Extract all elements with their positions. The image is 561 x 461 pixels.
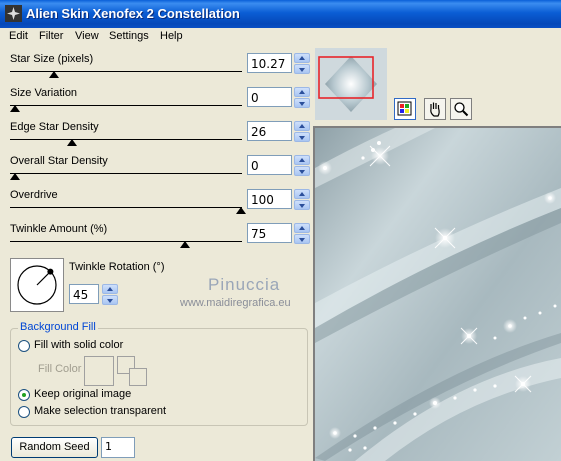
menu-filter[interactable]: Filter: [39, 30, 63, 42]
twinkle-amount-input[interactable]: 75: [247, 223, 292, 243]
controls-panel: Star Size (pixels) 10.27 Size Variation …: [0, 46, 313, 461]
star-size-up-button[interactable]: [294, 53, 310, 63]
magnifier-zoom-icon: [454, 102, 469, 117]
twinkle-amount-label: Twinkle Amount (%): [10, 223, 108, 235]
navigator-thumbnail-image: [315, 48, 387, 120]
hand-pan-icon: [430, 102, 440, 117]
overdrive-input[interactable]: 100: [247, 189, 292, 209]
color-picker-tool[interactable]: [394, 98, 416, 120]
size-variation-label: Size Variation: [10, 87, 78, 99]
navigator-thumbnail[interactable]: [315, 48, 387, 120]
menu-bar: Edit Filter View Settings Help: [0, 28, 561, 46]
twinkle-amount-up-button[interactable]: [294, 223, 310, 233]
make-selection-transparent-label[interactable]: Make selection transparent: [34, 405, 166, 417]
app-icon: [5, 5, 22, 22]
star-size-slider-thumb[interactable]: [49, 71, 59, 78]
rotation-dial-icon: [17, 265, 57, 305]
star-size-down-button[interactable]: [294, 64, 310, 74]
overall-star-density-label: Overall Star Density: [10, 155, 108, 167]
edge-star-density-input[interactable]: 26: [247, 121, 292, 141]
size-variation-input[interactable]: 0: [247, 87, 292, 107]
twinkle-rotation-down-button[interactable]: [102, 295, 118, 305]
color-picker-icon: [397, 101, 412, 116]
zoom-tool[interactable]: [450, 98, 472, 120]
overall-star-density-input[interactable]: 0: [247, 155, 292, 175]
overdrive-up-button[interactable]: [294, 189, 310, 199]
edge-star-density-up-button[interactable]: [294, 121, 310, 131]
edge-star-density-down-button[interactable]: [294, 132, 310, 142]
random-seed-input[interactable]: 1: [101, 437, 135, 458]
overdrive-slider-thumb[interactable]: [236, 207, 246, 214]
overall-star-density-up-button[interactable]: [294, 155, 310, 165]
size-variation-up-button[interactable]: [294, 87, 310, 97]
background-fill-title: Background Fill: [18, 321, 98, 333]
window-title: Alien Skin Xenofex 2 Constellation: [26, 6, 240, 21]
overdrive-track[interactable]: [10, 207, 242, 208]
fill-color-tertiary-swatch: [129, 368, 147, 386]
twinkle-amount-track[interactable]: [10, 241, 242, 242]
size-variation-slider-thumb[interactable]: [10, 105, 20, 112]
edge-star-density-track[interactable]: [10, 139, 242, 140]
title-bar[interactable]: Alien Skin Xenofex 2 Constellation: [0, 0, 561, 28]
fill-solid-color-radio[interactable]: [18, 340, 30, 352]
fill-color-label: Fill Color: [38, 363, 82, 375]
preview-image-canvas: [315, 128, 561, 461]
twinkle-amount-down-button[interactable]: [294, 234, 310, 244]
make-selection-transparent-radio[interactable]: [18, 406, 30, 418]
hand-pan-tool[interactable]: [424, 98, 446, 120]
twinkle-rotation-label: Twinkle Rotation (°): [69, 261, 165, 273]
keep-original-image-label[interactable]: Keep original image: [34, 388, 131, 400]
watermark-title: Pinuccia: [208, 275, 281, 294]
twinkle-rotation-up-button[interactable]: [102, 284, 118, 294]
preview-image[interactable]: [313, 126, 561, 461]
star-size-input[interactable]: 10.27: [247, 53, 292, 73]
star-size-label: Star Size (pixels): [10, 53, 94, 65]
overall-star-density-slider-thumb[interactable]: [10, 173, 20, 180]
twinkle-amount-slider-thumb[interactable]: [180, 241, 190, 248]
menu-edit[interactable]: Edit: [9, 30, 28, 42]
preview-panel: [313, 46, 561, 461]
menu-help[interactable]: Help: [160, 30, 183, 42]
fill-solid-color-label[interactable]: Fill with solid color: [34, 339, 123, 351]
size-variation-down-button[interactable]: [294, 98, 310, 108]
overall-star-density-track[interactable]: [10, 173, 242, 174]
star-size-track[interactable]: [10, 71, 242, 72]
overdrive-label: Overdrive: [10, 189, 58, 201]
overall-star-density-down-button[interactable]: [294, 166, 310, 176]
menu-settings[interactable]: Settings: [109, 30, 149, 42]
menu-view[interactable]: View: [75, 30, 99, 42]
keep-original-image-radio[interactable]: [18, 389, 30, 401]
edge-star-density-slider-thumb[interactable]: [67, 139, 77, 146]
twinkle-rotation-input[interactable]: 45: [69, 284, 99, 304]
watermark-url: www.maidiregrafica.eu: [180, 297, 291, 309]
overdrive-down-button[interactable]: [294, 200, 310, 210]
edge-star-density-label: Edge Star Density: [10, 121, 99, 133]
fill-color-swatch[interactable]: [84, 356, 114, 386]
random-seed-button[interactable]: Random Seed: [11, 437, 98, 458]
size-variation-track[interactable]: [10, 105, 242, 106]
twinkle-rotation-dial[interactable]: [10, 258, 64, 312]
